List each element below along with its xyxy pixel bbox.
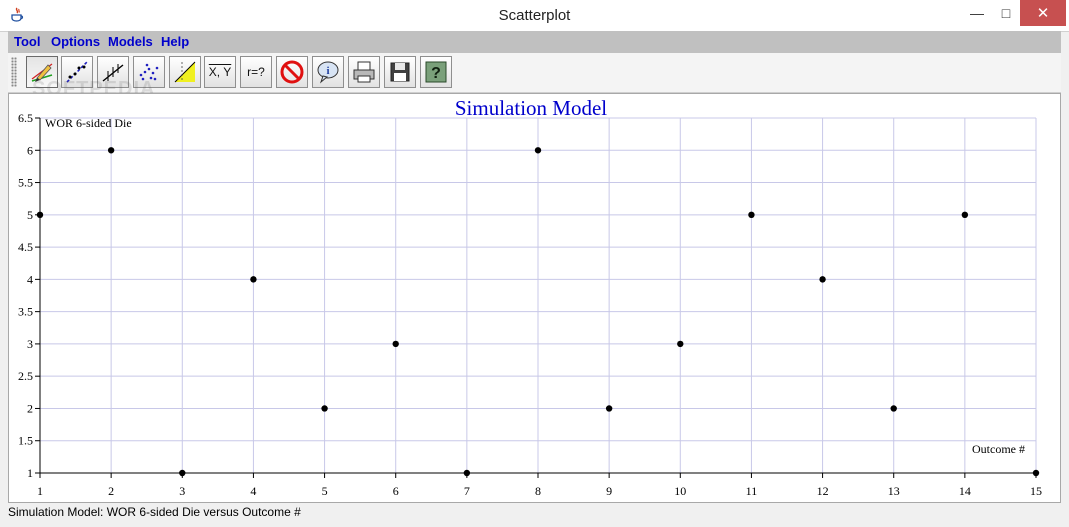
x-tick-label: 1	[37, 484, 43, 498]
scatter-point[interactable]	[321, 405, 328, 412]
scatter-point[interactable]	[1032, 469, 1040, 477]
svg-text:?: ?	[431, 65, 441, 82]
scatter-point[interactable]	[107, 147, 115, 154]
toolbar-grip[interactable]	[11, 57, 17, 87]
menu-tool[interactable]: Tool	[14, 34, 40, 49]
menu-bar: Tool Options Models Help	[8, 31, 1061, 53]
help-question-icon: ?	[425, 61, 447, 83]
toolbar: X, Y r=? i ?	[8, 53, 1061, 93]
x-tick-label: 14	[959, 484, 971, 498]
window-title: Scatterplot	[498, 7, 571, 24]
minimize-button[interactable]: —	[962, 0, 992, 26]
info-button[interactable]: i	[312, 56, 344, 88]
x-tick-label: 15	[1030, 484, 1042, 498]
x-tick-label: 12	[817, 484, 829, 498]
menu-options[interactable]: Options	[51, 34, 100, 49]
menu-models[interactable]: Models	[108, 34, 153, 49]
x-tick-label: 11	[746, 484, 758, 498]
y-tick-label: 3.5	[18, 305, 33, 319]
close-button[interactable]: ✕	[1020, 0, 1066, 26]
scatter-point[interactable]	[392, 340, 399, 348]
y-tick-label: 1.5	[18, 434, 33, 448]
x-tick-label: 9	[606, 484, 612, 498]
maximize-button[interactable]: □	[992, 0, 1020, 26]
axes	[35, 117, 1037, 478]
save-button[interactable]	[384, 56, 416, 88]
y-tick-label: 2	[27, 401, 33, 415]
floppy-disk-icon	[390, 62, 410, 82]
scatter-point[interactable]	[819, 276, 826, 283]
scatter-point[interactable]	[463, 469, 471, 477]
y-tick-label: 5.5	[18, 176, 33, 190]
grid-lines	[39, 117, 1037, 474]
x-tick-label: 7	[464, 484, 470, 498]
scatter-point[interactable]	[250, 276, 257, 283]
x-tick-label: 2	[108, 484, 114, 498]
scatter-point[interactable]	[748, 211, 755, 219]
info-speech-icon: i	[317, 61, 339, 84]
y-tick-label: 1	[27, 466, 33, 480]
no-sign-icon	[280, 60, 304, 84]
clear-button[interactable]	[276, 56, 308, 88]
print-button[interactable]	[348, 56, 380, 88]
y-tick-label: 3	[27, 337, 33, 351]
y-tick-label: 2.5	[18, 369, 33, 383]
y-tick-label: 4.5	[18, 240, 33, 254]
means-button[interactable]: X, Y	[204, 56, 236, 88]
scatter-point[interactable]	[677, 340, 684, 348]
y-tick-label: 6.5	[18, 111, 33, 125]
x-tick-label: 5	[322, 484, 328, 498]
y-tick-labels: 1 1.5 2 2.5 3 3.5 4 4.5 5 5.5 6 6.5	[18, 111, 33, 480]
scatter-point[interactable]	[605, 405, 613, 412]
x-tick-label: 3	[179, 484, 185, 498]
x-tick-label: 4	[250, 484, 256, 498]
y-tick-label: 6	[27, 143, 33, 157]
y-axis-label: WOR 6-sided Die	[45, 116, 132, 130]
printer-icon	[353, 61, 375, 83]
status-bar: Simulation Model: WOR 6-sided Die versus…	[8, 505, 301, 519]
highlight-region-button[interactable]	[169, 56, 201, 88]
scatter-point[interactable]	[534, 147, 542, 154]
x-tick-label: 8	[535, 484, 541, 498]
title-bar: Scatterplot — □ ✕	[0, 0, 1069, 32]
x-axis-label: Outcome #	[972, 442, 1025, 456]
chart-title: Simulation Model	[455, 96, 607, 120]
scatterplot-chart[interactable]: 1 2 3 4 5 6 7 8 9 10 11 12 13 14 15 11.522.533.544.555…	[9, 94, 1060, 502]
x-tick-label: 10	[674, 484, 686, 498]
menu-help[interactable]: Help	[161, 34, 189, 49]
highlight-icon	[174, 61, 196, 83]
scatterplot-panel[interactable]: 1 2 3 4 5 6 7 8 9 10 11 12 13 14 15 1 1.5 2 2.5 3 3.5 4 4.5 5 5…	[8, 93, 1061, 503]
x-tick-label: 6	[393, 484, 399, 498]
y-tick-label: 5	[27, 208, 33, 222]
scatter-point[interactable]	[890, 405, 897, 412]
x-tick-label: 13	[888, 484, 900, 498]
scatter-point[interactable]	[179, 469, 186, 477]
correlation-button[interactable]: r=?	[240, 56, 272, 88]
y-tick-label: 4	[27, 272, 33, 286]
scatter-point[interactable]	[36, 211, 44, 219]
svg-text:i: i	[326, 65, 329, 77]
x-tick-labels: 1 2 3 4 5 6 7 8 9 10 11 12 13 14 15	[37, 484, 1042, 498]
help-button[interactable]: ?	[420, 56, 452, 88]
scatter-point[interactable]	[961, 211, 969, 219]
